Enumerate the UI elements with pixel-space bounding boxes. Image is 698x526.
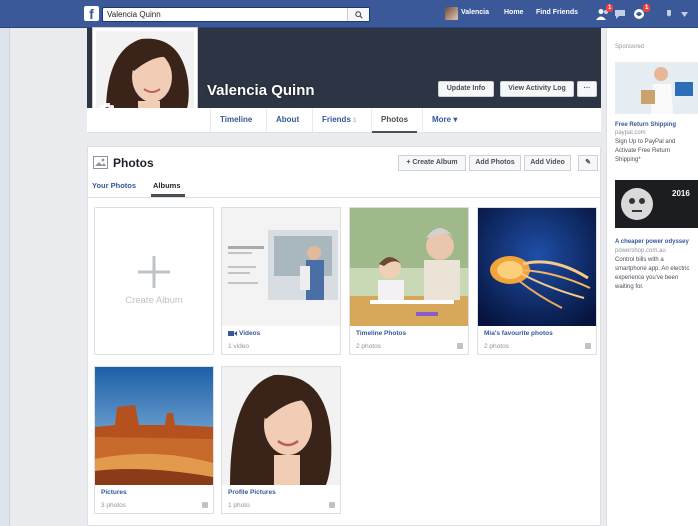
privacy-shortcuts-icon[interactable]: [663, 8, 677, 20]
ad2-image-text: 2016: [672, 189, 690, 198]
account-menu-chevron-down-icon[interactable]: [681, 12, 688, 17]
ad1-image[interactable]: [615, 62, 698, 114]
left-gutter: [0, 28, 10, 526]
subtab-albums[interactable]: Albums: [153, 181, 181, 190]
search-box: [102, 7, 370, 22]
ad1-domain: paypal.com: [615, 130, 646, 136]
add-photos-button[interactable]: Add Photos: [469, 155, 521, 171]
add-video-button[interactable]: Add Video: [524, 155, 571, 171]
search-input[interactable]: [107, 9, 347, 20]
album-privacy-icon[interactable]: [457, 343, 463, 349]
album-cover-videos: [222, 208, 340, 326]
ad1-body-line: Sign Up to PayPal and: [615, 139, 676, 145]
video-camera-icon: [228, 331, 237, 336]
messages-icon[interactable]: [614, 8, 628, 20]
photos-panel: Photos + Create Album Add Photos Add Vid…: [87, 146, 601, 526]
album-privacy-icon[interactable]: [202, 502, 208, 508]
album-name[interactable]: Pictures: [101, 489, 127, 496]
tab-friends[interactable]: Friends 1: [312, 108, 365, 133]
ad2-title[interactable]: A cheaper power odyssey: [615, 238, 689, 247]
album-cover-timeline-photos: [350, 208, 468, 326]
plus-icon: [138, 256, 170, 288]
album-card-pictures[interactable]: Pictures 3 photos: [94, 366, 214, 514]
top-navigation-bar: f Valencia Home Find Friends 1 1: [0, 0, 698, 28]
ad1-body-line: Shipping*: [615, 157, 641, 163]
photos-section-title: Photos: [113, 156, 154, 170]
sponsored-label: Sponsored: [615, 44, 645, 50]
ad2-body-line: Control bills with a: [615, 257, 664, 263]
album-count: 2 photos: [484, 343, 509, 350]
search-button[interactable]: [347, 8, 369, 21]
ad2-body-line: smartphone app. An electric: [615, 266, 690, 272]
create-album-tile[interactable]: Create Album: [94, 207, 214, 355]
ad2-image[interactable]: 2016: [615, 180, 698, 228]
album-cover-jellyfish: [478, 208, 596, 326]
album-count: 2 photos: [356, 343, 381, 350]
album-count: 1 photo: [228, 502, 250, 509]
tab-friends-count: 1: [353, 118, 357, 124]
album-name[interactable]: Profile Pictures: [228, 489, 276, 496]
ad2-body-line: experience you've been: [615, 275, 679, 281]
album-privacy-icon[interactable]: [585, 343, 591, 349]
album-card-timeline-photos[interactable]: Timeline Photos 2 photos: [349, 207, 469, 355]
subtab-divider: [88, 197, 600, 198]
tab-about[interactable]: About: [266, 108, 308, 133]
album-name[interactable]: Mia's favourite photos: [484, 330, 553, 337]
edit-pencil-button[interactable]: ✎: [578, 155, 598, 171]
album-count: 3 photos: [101, 502, 126, 509]
ad2-body-line: waiting for.: [615, 284, 644, 290]
notifications-badge: 1: [643, 4, 651, 12]
album-privacy-icon[interactable]: [329, 502, 335, 508]
create-album-button[interactable]: + Create Album: [398, 155, 466, 171]
album-cover-desert: [95, 367, 213, 485]
ad1-body-line: Activate Free Return: [615, 148, 671, 154]
tab-more[interactable]: More ▾: [422, 108, 466, 133]
right-sidebar: Sponsored Free Return Shipping paypal.co…: [606, 28, 698, 526]
update-info-button[interactable]: Update Info: [438, 81, 494, 97]
tab-friends-label: Friends: [322, 115, 351, 124]
tab-timeline[interactable]: Timeline: [210, 108, 261, 133]
subtab-your-photos[interactable]: Your Photos: [92, 181, 136, 190]
profile-name: Valencia Quinn: [207, 82, 315, 99]
album-cover-profile-portrait: [222, 367, 340, 485]
album-card-videos[interactable]: Videos 1 video: [221, 207, 341, 355]
album-card-profile-pictures[interactable]: Profile Pictures 1 photo: [221, 366, 341, 514]
nav-home-link[interactable]: Home: [504, 9, 523, 16]
nav-find-friends-link[interactable]: Find Friends: [536, 9, 578, 16]
nav-user-name-link[interactable]: Valencia: [461, 9, 489, 16]
ad2-domain: powershop.com.au: [615, 248, 666, 254]
tab-photos[interactable]: Photos: [371, 108, 418, 133]
search-icon: [354, 10, 363, 19]
photos-icon: [93, 156, 108, 169]
create-album-label: Create Album: [125, 295, 183, 306]
album-name[interactable]: Timeline Photos: [356, 330, 406, 337]
profile-tabs: Timeline About Friends 1 Photos More ▾: [87, 108, 601, 133]
user-avatar[interactable]: [445, 7, 458, 20]
album-card-mias-favourite-photos[interactable]: Mia's favourite photos 2 photos: [477, 207, 597, 355]
album-name[interactable]: Videos: [239, 330, 260, 337]
album-count: 1 video: [228, 343, 249, 350]
view-activity-log-button[interactable]: View Activity Log: [500, 81, 574, 97]
facebook-logo-icon[interactable]: f: [84, 6, 99, 21]
friend-requests-badge: 1: [606, 4, 614, 12]
more-actions-button[interactable]: ···: [577, 81, 597, 97]
